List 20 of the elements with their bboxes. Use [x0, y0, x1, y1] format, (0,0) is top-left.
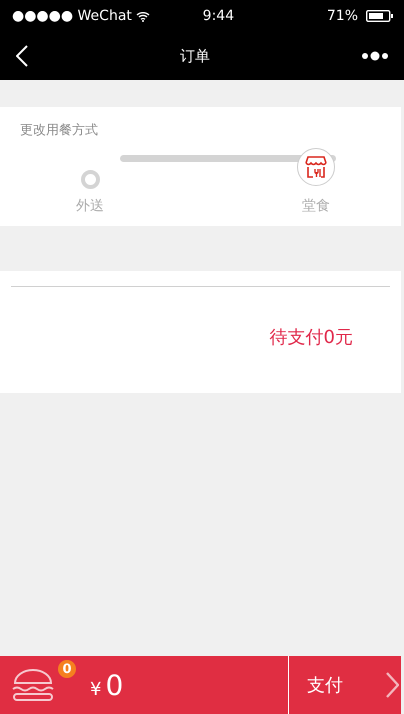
store-icon[interactable]: [297, 148, 335, 186]
dining-title: 更改用餐方式: [19, 122, 99, 139]
total-amount: 0: [105, 668, 124, 702]
more-icon[interactable]: [362, 51, 388, 61]
currency-symbol: ¥: [90, 678, 102, 700]
chevron-right-icon[interactable]: [385, 672, 399, 698]
option-label[interactable]: 堂食: [302, 197, 330, 215]
option-label[interactable]: 外送: [76, 197, 104, 215]
back-icon[interactable]: [16, 45, 28, 67]
option-radio[interactable]: [80, 170, 100, 189]
battery-icon: [366, 10, 394, 22]
pay-button[interactable]: 支付: [307, 673, 343, 697]
wifi-icon: [136, 10, 150, 22]
cart-count-badge: 0: [58, 660, 76, 678]
battery-text: 71%: [326, 8, 358, 24]
payment-status: 待支付0元: [268, 326, 354, 349]
burger-icon[interactable]: [10, 668, 56, 702]
carrier-text: ●●●●● WeChat: [12, 8, 132, 24]
time-text: 9:44: [202, 8, 234, 24]
page-title: 订单: [180, 46, 210, 66]
